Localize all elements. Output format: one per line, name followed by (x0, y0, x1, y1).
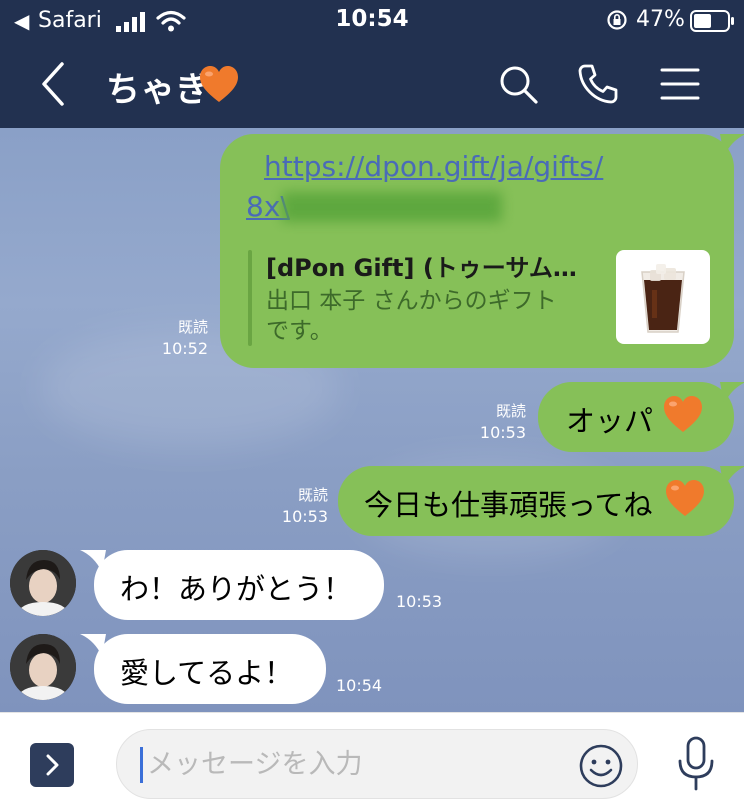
link-preview-title[interactable]: [dPon Gift] (トゥーサム… (266, 248, 577, 283)
iced-coffee-icon (641, 264, 685, 333)
bubble-tail (720, 466, 744, 488)
message-time: 10:53 (396, 592, 443, 611)
message-time: 10:53 (281, 507, 328, 526)
phone-icon[interactable] (576, 62, 620, 106)
avatar[interactable] (10, 634, 76, 700)
message-meta: 既読 10:53 (466, 400, 526, 444)
link-preview-description: 出口 本子 さんからのギフトです。 (266, 288, 557, 344)
status-time: 10:54 (335, 6, 409, 32)
bubble-tail (720, 134, 744, 156)
link-preview-thumbnail[interactable] (616, 250, 710, 344)
message-text: 愛してるよ！ (120, 656, 294, 690)
battery-icon (690, 10, 734, 32)
heart-emoji-icon (200, 66, 238, 102)
microphone-icon[interactable] (672, 735, 720, 793)
chevron-right-icon (46, 754, 59, 776)
profile-photo (10, 550, 76, 616)
battery-percent: 47% (636, 7, 685, 32)
emoji-icon[interactable] (578, 743, 624, 789)
chevron-left-icon[interactable] (34, 60, 74, 108)
bubble-tail (80, 550, 106, 572)
heart-emoji-icon (666, 480, 704, 516)
menu-icon[interactable] (658, 62, 702, 106)
chat-header: ちゃぎ (0, 44, 744, 128)
profile-photo (10, 634, 76, 700)
heart-emoji-icon (664, 396, 702, 432)
read-receipt: 既読 (297, 486, 328, 504)
link-url-line1[interactable]: https://dpon.gift/ja/gifts/ (264, 150, 603, 183)
message-text: わ！ありがとう！ (120, 572, 353, 606)
text-cursor (140, 747, 143, 783)
message-meta: 既読 10:53 (268, 484, 328, 528)
chat-history[interactable]: 既読 10:52 https://dpon.gift/ja/gifts/ 8x\… (0, 128, 744, 712)
rotation-lock-icon (607, 10, 627, 30)
censored-region (282, 192, 502, 222)
bubble-tail (720, 382, 744, 404)
message-time: 10:54 (336, 676, 383, 695)
read-receipt: 既読 (177, 318, 208, 336)
avatar[interactable] (10, 550, 76, 616)
message-input-bar (0, 712, 744, 811)
message-time: 10:52 (161, 339, 208, 358)
chat-title: ちゃぎ (106, 70, 211, 110)
message-time: 10:53 (479, 423, 526, 442)
link-preview-bar (248, 250, 252, 346)
status-bar: ◀ Safari 10:54 47% (0, 0, 744, 44)
message-text: 今日も仕事頑張ってね (364, 488, 653, 522)
read-receipt: 既読 (495, 402, 526, 420)
bubble-tail (80, 634, 106, 656)
message-input[interactable] (116, 729, 638, 799)
expand-menu-button[interactable] (30, 743, 74, 787)
message-text: オッパ (566, 404, 654, 438)
search-icon[interactable] (496, 62, 540, 106)
top-bar: ◀ Safari 10:54 47% ちゃぎ (0, 0, 744, 128)
message-meta: 既読 10:52 (150, 316, 208, 360)
